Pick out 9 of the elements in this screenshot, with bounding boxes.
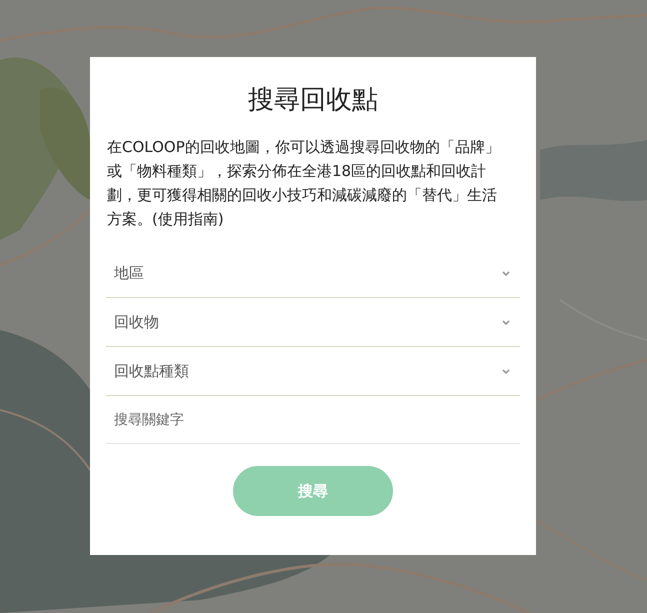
keyword-input[interactable]: 搜尋關鍵字 <box>106 396 520 444</box>
chevron-down-icon <box>502 320 510 324</box>
dropdown[interactable]: 地區 <box>106 249 520 298</box>
dialog-description: 在COLOOP的回收地圖，你可以透過搜尋回收物的「品牌」或「物料種類」，探索分佈在全港18區的回收點和回收計劃，更可獲得相關的回收小技巧和減碳減廢的「替代」生活方案。(使用指南) <box>107 137 501 230</box>
dropdown[interactable]: 回收點種類 <box>106 347 520 396</box>
dialog-title: 搜尋回收點 <box>247 84 379 117</box>
chevron-down-icon <box>502 270 510 276</box>
chevron-down-icon <box>502 368 510 374</box>
dropdown[interactable]: 回收物 <box>106 298 520 347</box>
